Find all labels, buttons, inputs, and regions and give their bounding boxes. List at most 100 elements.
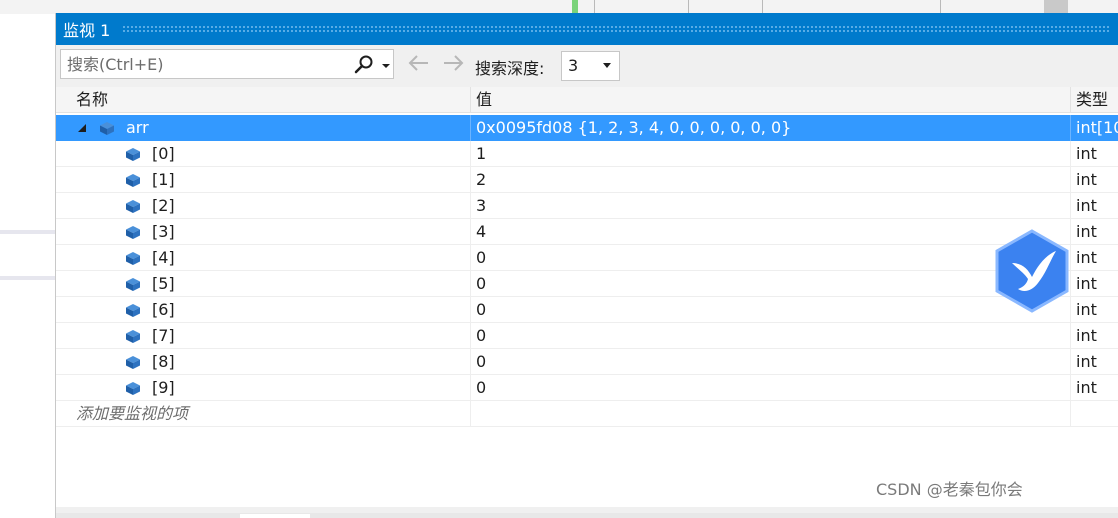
background-editor-strip [0, 0, 1118, 14]
divider [762, 0, 763, 14]
variable-icon [126, 200, 140, 213]
row-type: int[10] [1076, 118, 1118, 137]
cell-divider [470, 349, 471, 375]
row-name: [8] [152, 352, 175, 371]
watch-grid: 名称 值 类型 arr 0x0095fd08 {1, 2, 3, 4, 0, 0… [56, 87, 1118, 507]
status-strip [56, 513, 1118, 518]
title-grip[interactable] [122, 25, 1111, 33]
row-value[interactable]: 0 [476, 323, 1066, 349]
cell-divider [470, 375, 471, 401]
cell-divider [1070, 323, 1071, 349]
divider [0, 230, 56, 234]
cell-divider [470, 297, 471, 323]
row-value[interactable]: 0 [476, 297, 1066, 323]
watch-row[interactable]: [4] 0 int [56, 245, 1118, 271]
cell-divider [1070, 167, 1071, 193]
window-title: 监视 1 [63, 21, 111, 40]
variable-icon [126, 226, 140, 239]
cell-divider [1070, 141, 1071, 167]
cell-divider [1070, 401, 1071, 427]
cell-divider [1070, 115, 1071, 141]
back-arrow-icon[interactable] [406, 51, 432, 75]
cell-divider [470, 245, 471, 271]
row-name: [6] [152, 300, 175, 319]
row-value[interactable]: 0 [476, 349, 1066, 375]
row-type: int [1076, 274, 1097, 293]
cell-divider [470, 115, 471, 141]
forward-arrow-icon[interactable] [440, 51, 466, 75]
cell-divider [470, 271, 471, 297]
watch-window: 监视 1 搜索深度: 3 [55, 13, 1118, 518]
watch-row[interactable]: [9] 0 int [56, 375, 1118, 401]
watch-row[interactable]: [6] 0 int [56, 297, 1118, 323]
search-icon[interactable] [353, 54, 375, 76]
row-name: [9] [152, 378, 175, 397]
row-value[interactable]: 3 [476, 193, 1066, 219]
row-value[interactable]: 0 [476, 245, 1066, 271]
divider [940, 0, 941, 14]
row-value[interactable]: 2 [476, 167, 1066, 193]
collapse-triangle-icon[interactable] [78, 124, 87, 133]
row-type: int [1076, 352, 1097, 371]
variable-icon [126, 330, 140, 343]
add-watch-row[interactable]: 添加要监视的项 [56, 401, 1118, 427]
column-header-name[interactable]: 名称 [76, 87, 108, 113]
variable-icon [126, 382, 140, 395]
variable-icon [126, 304, 140, 317]
variable-icon [126, 356, 140, 369]
tab-indicator[interactable] [240, 514, 310, 518]
row-type: int [1076, 222, 1097, 241]
search-depth-select[interactable]: 3 [561, 51, 620, 81]
watch-row[interactable]: [7] 0 int [56, 323, 1118, 349]
cell-divider [1070, 349, 1071, 375]
row-type: int [1076, 326, 1097, 345]
row-value[interactable]: 0 [476, 375, 1066, 401]
row-value[interactable]: 4 [476, 219, 1066, 245]
watermark: CSDN @老秦包你会 [876, 480, 1023, 499]
row-type: int [1076, 170, 1097, 189]
title-bar[interactable]: 监视 1 [56, 13, 1118, 45]
row-type: int [1076, 196, 1097, 215]
cell-divider [1070, 297, 1071, 323]
cell-divider [470, 141, 471, 167]
variable-icon [126, 278, 140, 291]
row-name: [4] [152, 248, 175, 267]
watch-row[interactable]: [0] 1 int [56, 141, 1118, 167]
add-watch-placeholder[interactable]: 添加要监视的项 [76, 401, 466, 427]
cell-divider [470, 323, 471, 349]
column-header-value[interactable]: 值 [476, 87, 492, 113]
row-type: int [1076, 378, 1097, 397]
bird-logo-icon [995, 229, 1069, 313]
cell-divider [1070, 375, 1071, 401]
watch-row[interactable]: [2] 3 int [56, 193, 1118, 219]
row-value[interactable]: 1 [476, 141, 1066, 167]
grid-header: 名称 值 类型 [56, 87, 1118, 113]
search-depth-value: 3 [568, 56, 579, 75]
cell-divider [1070, 245, 1071, 271]
watch-row[interactable]: [3] 4 int [56, 219, 1118, 245]
row-name: [5] [152, 274, 175, 293]
row-value[interactable]: 0 [476, 271, 1066, 297]
cell-divider [470, 401, 471, 427]
column-divider[interactable] [1070, 87, 1071, 113]
column-header-type[interactable]: 类型 [1076, 87, 1108, 113]
row-name: [7] [152, 326, 175, 345]
chevron-down-icon [603, 63, 611, 68]
search-input[interactable] [61, 50, 341, 78]
variable-icon [126, 148, 140, 161]
chevron-down-icon[interactable] [379, 54, 393, 76]
watch-row[interactable]: [8] 0 int [56, 349, 1118, 375]
cell-divider [470, 219, 471, 245]
cell-divider [1070, 271, 1071, 297]
row-value[interactable]: 0x0095fd08 {1, 2, 3, 4, 0, 0, 0, 0, 0, 0… [476, 115, 1066, 141]
column-divider[interactable] [470, 87, 471, 113]
cell-divider [1070, 219, 1071, 245]
divider [594, 0, 595, 14]
search-box [60, 49, 394, 79]
watch-row-root[interactable]: arr 0x0095fd08 {1, 2, 3, 4, 0, 0, 0, 0, … [56, 115, 1118, 141]
cell-divider [1070, 193, 1071, 219]
variable-icon [126, 174, 140, 187]
watch-row[interactable]: [1] 2 int [56, 167, 1118, 193]
watch-row[interactable]: [5] 0 int [56, 271, 1118, 297]
change-marker [572, 0, 578, 14]
